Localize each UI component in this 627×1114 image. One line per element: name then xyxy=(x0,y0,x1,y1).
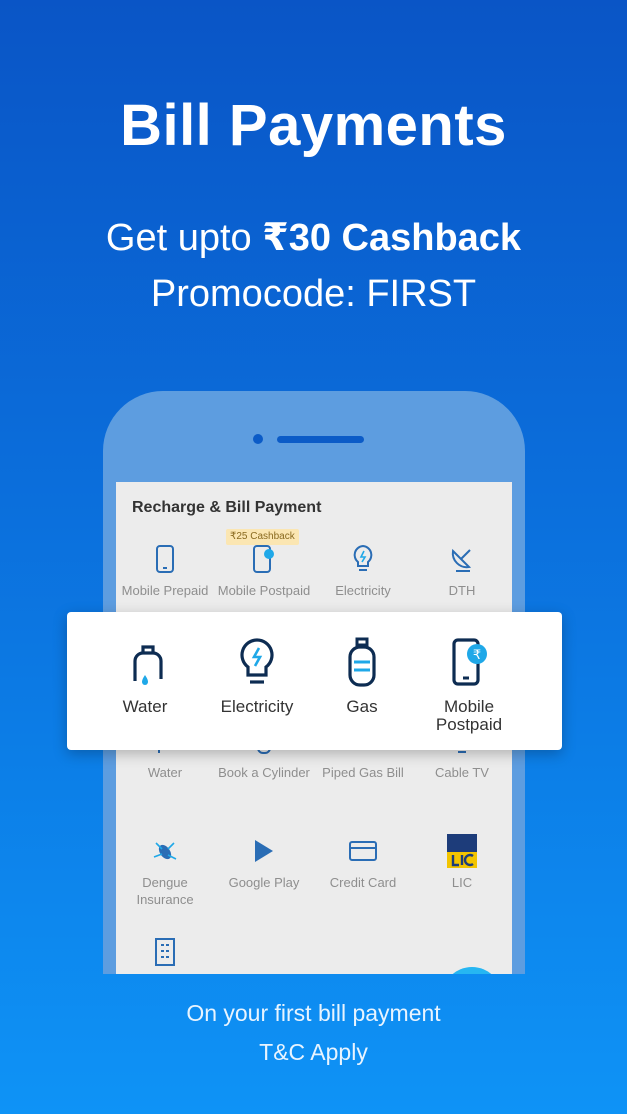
grid-item-label: Credit Card xyxy=(329,875,397,890)
grid-item-mobile-prepaid[interactable]: Mobile Prepaid xyxy=(116,542,214,599)
phone-speaker xyxy=(277,436,364,443)
gas-cylinder-icon xyxy=(307,636,417,690)
promo-code-line: Promocode: FIRST xyxy=(150,273,477,315)
grid-item-dengue-insurance[interactable]: Dengue Insurance xyxy=(116,834,214,908)
card-item-label: Gas xyxy=(346,697,378,716)
card-item-mobile-postpaid[interactable]: ₹ Mobile Postpaid xyxy=(414,636,524,734)
bill-category-card: Water Electricity Gas ₹ Mobile Postpaid xyxy=(67,612,562,750)
lic-logo-icon xyxy=(413,834,511,868)
bulb-icon xyxy=(314,542,412,576)
satellite-dish-icon xyxy=(413,542,511,576)
card-item-water[interactable]: Water xyxy=(90,636,200,716)
grid-item-municipal[interactable] xyxy=(116,934,214,974)
svg-text:₹: ₹ xyxy=(473,648,481,663)
grid-item-label: Electricity xyxy=(335,583,391,598)
grid-item-label: Mobile Prepaid xyxy=(121,583,209,598)
offer-highlight: ₹30 Cashback xyxy=(262,217,522,259)
phone-camera xyxy=(253,434,263,444)
grid-item-label: Google Play xyxy=(228,875,300,890)
grid-item-google-play[interactable]: Google Play xyxy=(215,834,313,891)
mobile-rupee-icon: ₹ xyxy=(414,636,524,690)
grid-item-dth[interactable]: DTH xyxy=(413,542,511,599)
grid-item-label: LIC xyxy=(451,875,473,890)
grid-item-lic[interactable]: LIC xyxy=(413,834,511,891)
offer-prefix: Get upto xyxy=(105,217,263,259)
floating-action-button[interactable] xyxy=(442,967,502,974)
grid-item-credit-card[interactable]: Credit Card xyxy=(314,834,412,891)
screen-title: Recharge & Bill Payment xyxy=(132,499,322,516)
grid-item-label: Water xyxy=(147,765,183,780)
tap-icon xyxy=(90,636,200,690)
grid-item-label: Mobile Postpaid xyxy=(217,583,311,598)
card-item-label: Electricity xyxy=(220,697,294,716)
google-play-icon xyxy=(215,834,313,868)
mobile-icon xyxy=(116,542,214,576)
offer-line: Get upto ₹30 Cashback xyxy=(0,212,627,264)
grid-item-label: DTH xyxy=(448,583,476,598)
card-item-electricity[interactable]: Electricity xyxy=(202,636,312,716)
mobile-rupee-icon xyxy=(215,542,313,576)
grid-item-electricity[interactable]: Electricity xyxy=(314,542,412,599)
card-item-label: Mobile Postpaid xyxy=(435,697,503,734)
grid-item-label: Dengue Insurance xyxy=(136,875,194,907)
grid-item-label: Piped Gas Bill xyxy=(322,765,404,780)
hero-title: Bill Payments xyxy=(120,93,507,158)
bulb-icon xyxy=(202,636,312,690)
grid-item-label: Cable TV xyxy=(435,765,489,780)
footer-note: On your first bill payment xyxy=(186,1000,441,1026)
grid-item-label: Book a Cylinder xyxy=(218,765,310,780)
building-icon xyxy=(116,934,214,968)
grid-item-mobile-postpaid[interactable]: Mobile Postpaid xyxy=(215,542,313,599)
card-item-label: Water xyxy=(122,697,168,716)
card-item-gas[interactable]: Gas xyxy=(307,636,417,716)
mosquito-icon xyxy=(116,834,214,868)
terms-link[interactable]: T&C Apply xyxy=(0,1039,627,1066)
credit-card-icon xyxy=(314,834,412,868)
